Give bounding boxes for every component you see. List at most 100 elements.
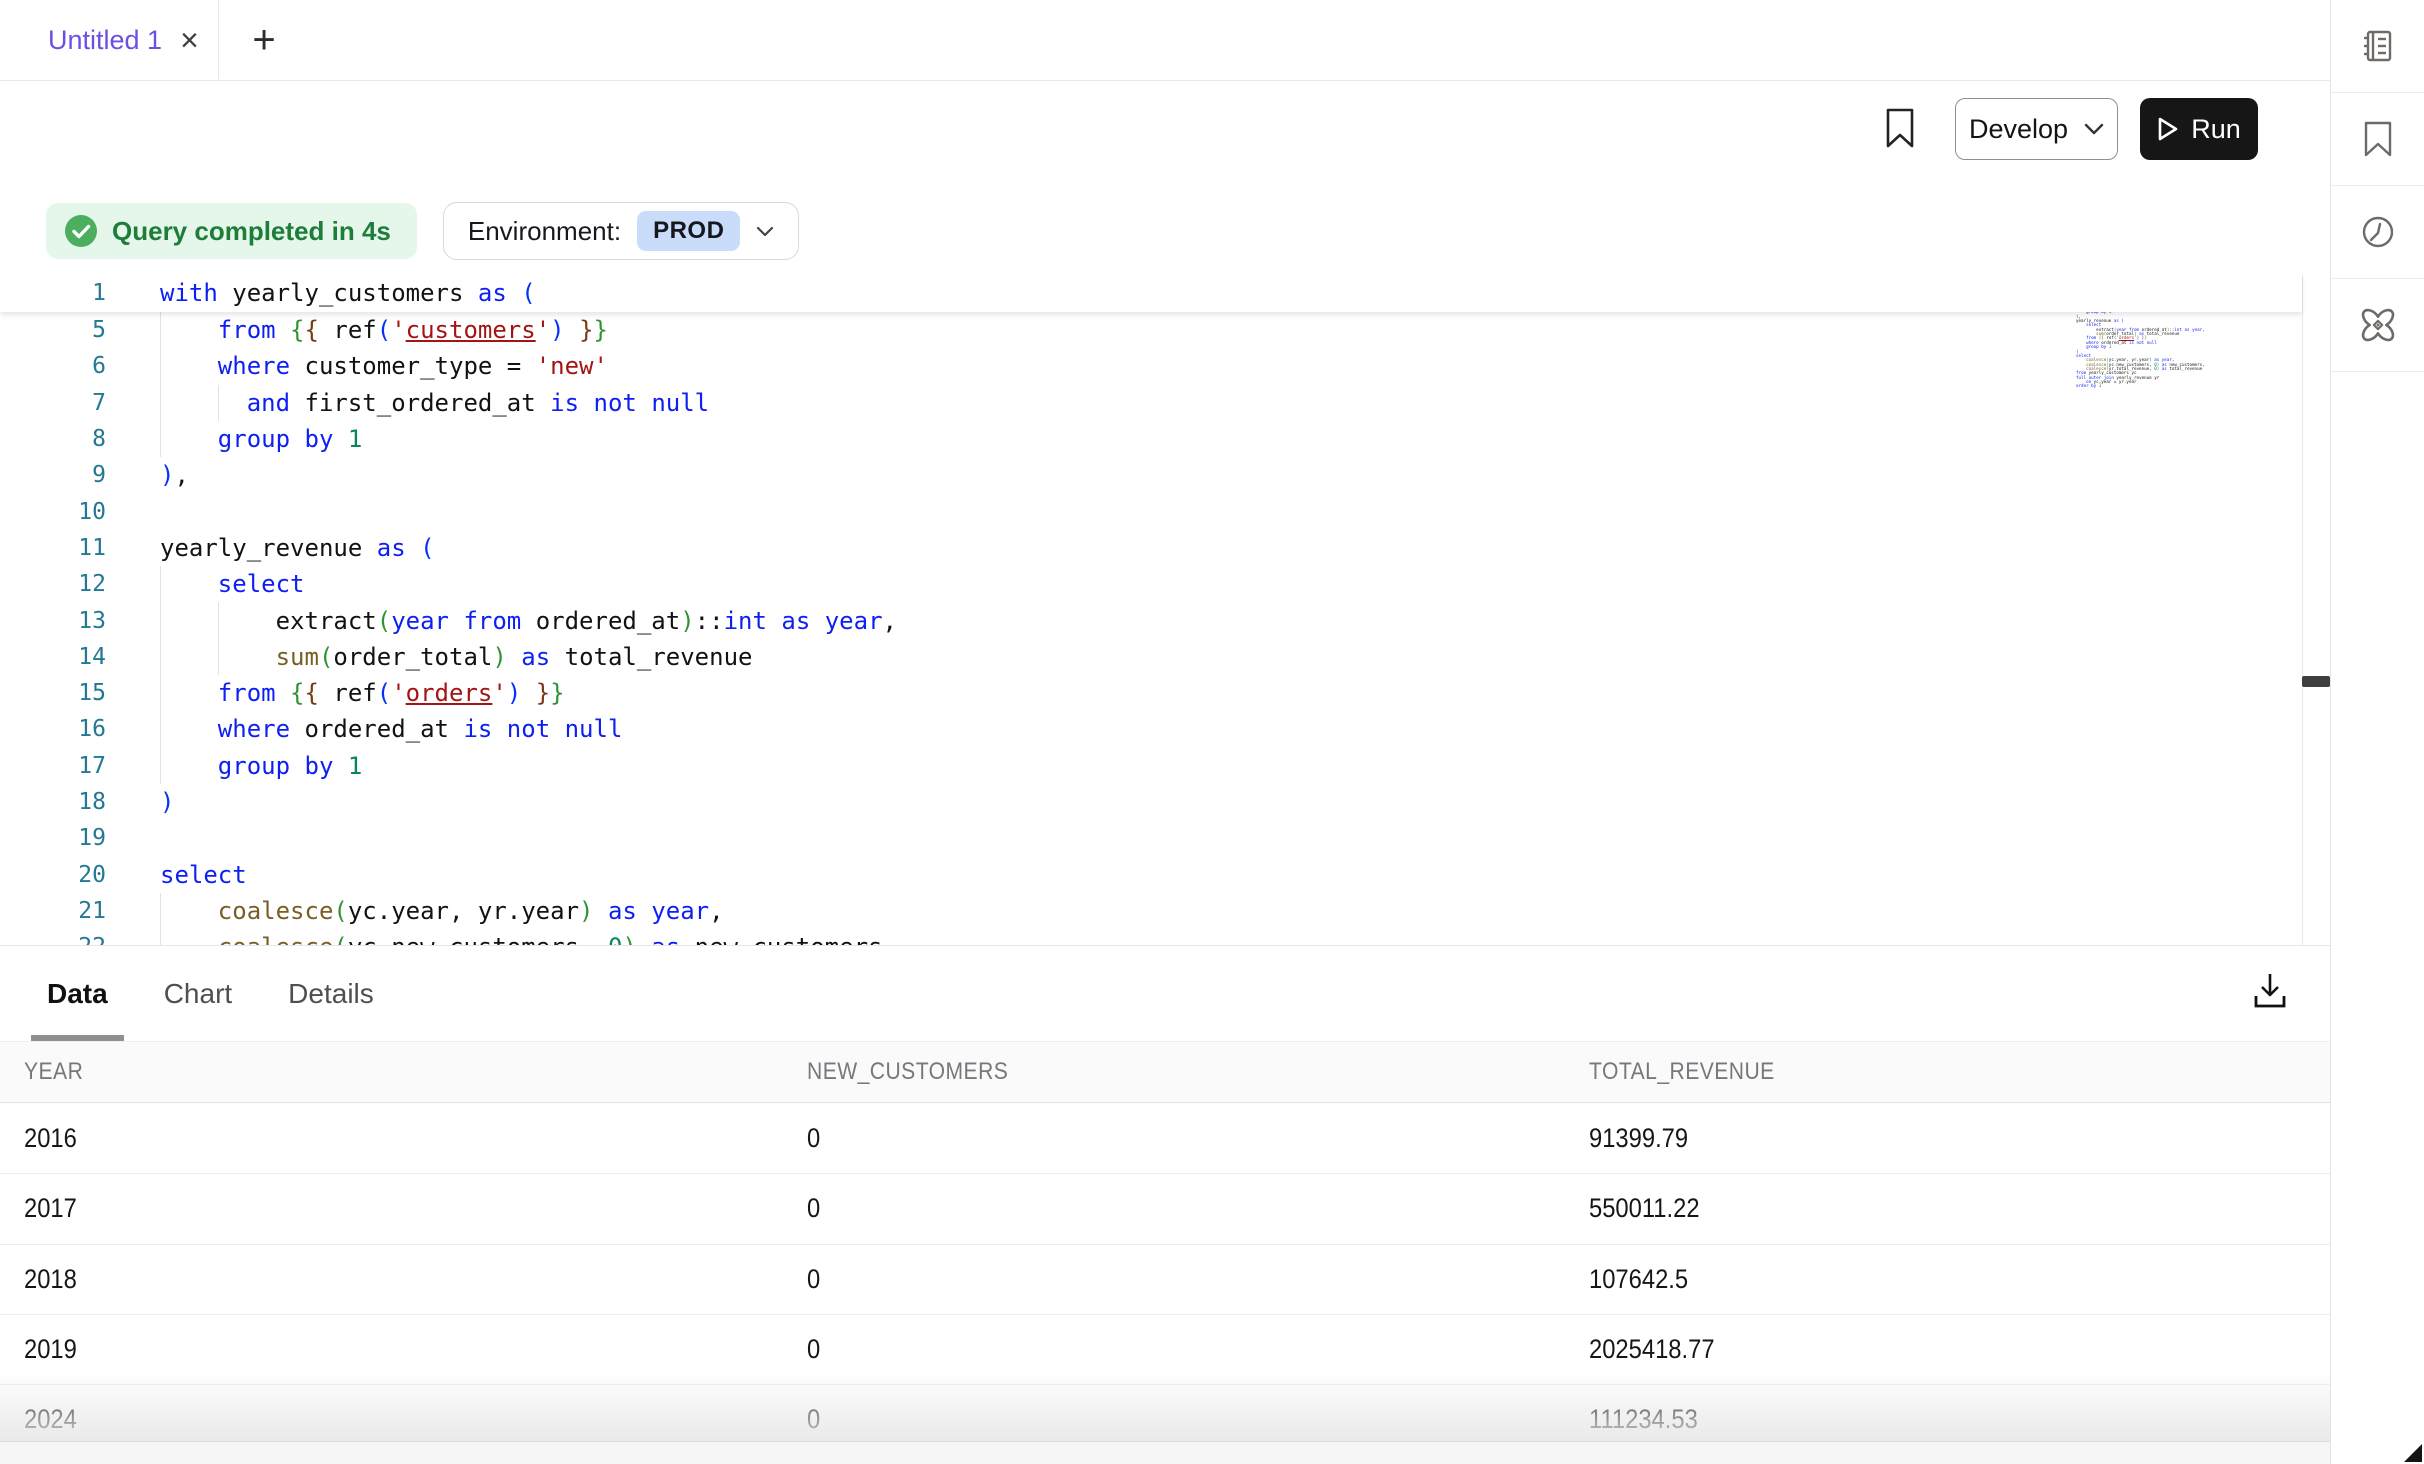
table-row[interactable]: 20170550011.22 [0,1174,2330,1244]
develop-button[interactable]: Develop [1955,98,2118,160]
download-icon [2251,970,2289,1012]
sidebar-button-bookmarks[interactable] [2331,93,2424,186]
code-text: where ordered_at is not null [160,715,622,743]
table-cell: 0 [783,1123,1565,1154]
line-number: 14 [0,644,106,670]
indent-guide [160,566,161,602]
table-cell: 2025418.77 [1565,1334,2330,1365]
column-header: TOTAL_REVENUE [1565,1058,2330,1086]
query-status-text: Query completed in 4s [112,216,391,247]
table-row[interactable]: 20180107642.5 [0,1245,2330,1315]
sidebar-button-dbt[interactable] [2331,279,2424,372]
column-header: NEW_CUSTOMERS [783,1058,1565,1086]
code-line[interactable]: 11yearly_revenue as ( [0,530,2302,566]
run-button[interactable]: Run [2140,98,2258,160]
code-line[interactable]: 9), [0,457,2302,493]
table-row[interactable]: 2016091399.79 [0,1104,2330,1174]
table-row[interactable]: 20240111234.53 [0,1385,2330,1441]
new-tab-button[interactable]: + [236,0,292,80]
code-scroll[interactable]: 5 from {{ ref('customers') }}6 where cus… [0,312,2302,945]
panel-tab-details[interactable]: Details [288,946,374,1041]
code-line[interactable]: 13 extract(year from ordered_at)::int as… [0,602,2302,638]
code-line[interactable]: 15 from {{ ref('orders') }} [0,675,2302,711]
code-line[interactable]: 1 with yearly_customers as ( [0,275,2302,311]
line-number: 13 [0,608,106,634]
code-text: sum(order_total) as total_revenue [160,643,752,671]
code-line[interactable]: 8 group by 1 [0,421,2302,457]
code-line[interactable]: 18) [0,784,2302,820]
indent-guide [160,312,161,348]
environment-label: Environment: [468,216,621,247]
run-label: Run [2191,114,2241,145]
code-text: select [160,570,305,598]
bottom-scroll-strip[interactable] [0,1441,2330,1464]
tab-bar: Untitled 1 × + [0,0,2330,81]
table-cell: 91399.79 [1565,1123,2330,1154]
line-number: 1 [0,280,106,306]
tab-divider [218,0,219,79]
indent-guide [160,602,161,638]
code-line[interactable]: 14 sum(order_total) as total_revenue [0,639,2302,675]
table-cell: 111234.53 [1565,1404,2330,1435]
tab-close-icon[interactable]: × [180,24,199,56]
code-line[interactable]: 7 and first_ordered_at is not null [0,385,2302,421]
code-line[interactable]: 19 [0,820,2302,856]
indent-guide [160,385,161,421]
develop-label: Develop [1969,114,2068,145]
app-screen: Untitled 1 × + Develop Run Query complet… [0,0,2424,1464]
code-line[interactable]: 10 [0,493,2302,529]
code-line[interactable]: 22 coalesce(yc.new_customers, 0) as new_… [0,929,2302,945]
table-cell: 0 [783,1404,1565,1435]
code-line[interactable]: 16 where ordered_at is not null [0,711,2302,747]
resize-grip[interactable] [2404,1444,2422,1462]
code-line[interactable]: 17 group by 1 [0,748,2302,784]
indent-guide [160,929,161,945]
line-number: 19 [0,825,106,851]
code-line[interactable]: 12 select [0,566,2302,602]
code-text: ), [160,461,189,489]
line-number: 5 [0,317,106,343]
table-cell: 2016 [0,1123,783,1154]
sidebar-button-history[interactable] [2331,186,2424,279]
sidebar-button-notebook[interactable] [2331,0,2424,93]
line-number: 21 [0,898,106,924]
scrollbar-thumb[interactable] [2302,676,2330,687]
check-circle-icon [64,214,98,248]
indent-guide [218,385,219,421]
indent-guide [160,711,161,747]
line-number: 18 [0,789,106,815]
tab-untitled-1[interactable]: Untitled 1 × [0,0,218,80]
indent-guide [218,639,219,675]
table-row[interactable]: 201902025418.77 [0,1315,2330,1385]
code-editor[interactable]: 1 with yearly_customers as ( 5 from {{ re… [0,275,2302,945]
indent-guide [160,421,161,457]
code-line[interactable]: 21 coalesce(yc.year, yr.year) as year, [0,893,2302,929]
bookmark-icon [2362,120,2394,158]
status-bar: Query completed in 4s Environment: PROD [46,202,799,260]
right-sidebar [2330,0,2424,1464]
code-line[interactable]: 6 where customer_type = 'new' [0,348,2302,384]
table-cell: 0 [783,1264,1565,1295]
results-panel: Data Chart Details YEARNEW_CUSTOMERSTOTAL_… [0,945,2330,1464]
panel-tab-chart[interactable]: Chart [164,946,232,1041]
indent-guide [160,893,161,929]
indent-guide [160,748,161,784]
results-table: 2016091399.7920170550011.2220180107642.5… [0,1104,2330,1441]
download-button[interactable] [2244,960,2296,1022]
play-icon [2157,116,2179,142]
dbt-logo-icon [2359,306,2397,344]
query-status-badge: Query completed in 4s [46,203,417,259]
code-text: with yearly_customers as ( [160,279,536,307]
code-line[interactable]: 5 from {{ ref('customers') }} [0,312,2302,348]
bookmark-icon [1883,106,1917,150]
table-cell: 2018 [0,1264,783,1295]
code-line[interactable]: 20select [0,856,2302,892]
sticky-line[interactable]: 1 with yearly_customers as ( [0,275,2302,312]
table-header: YEARNEW_CUSTOMERSTOTAL_REVENUE [0,1041,2330,1103]
environment-selector[interactable]: Environment: PROD [443,202,800,260]
code-text: yearly_revenue as ( [160,534,435,562]
bookmark-button[interactable] [1878,102,1922,154]
tab-label: Untitled 1 [48,25,162,56]
line-number: 10 [0,499,106,525]
panel-tab-data[interactable]: Data [47,946,108,1041]
